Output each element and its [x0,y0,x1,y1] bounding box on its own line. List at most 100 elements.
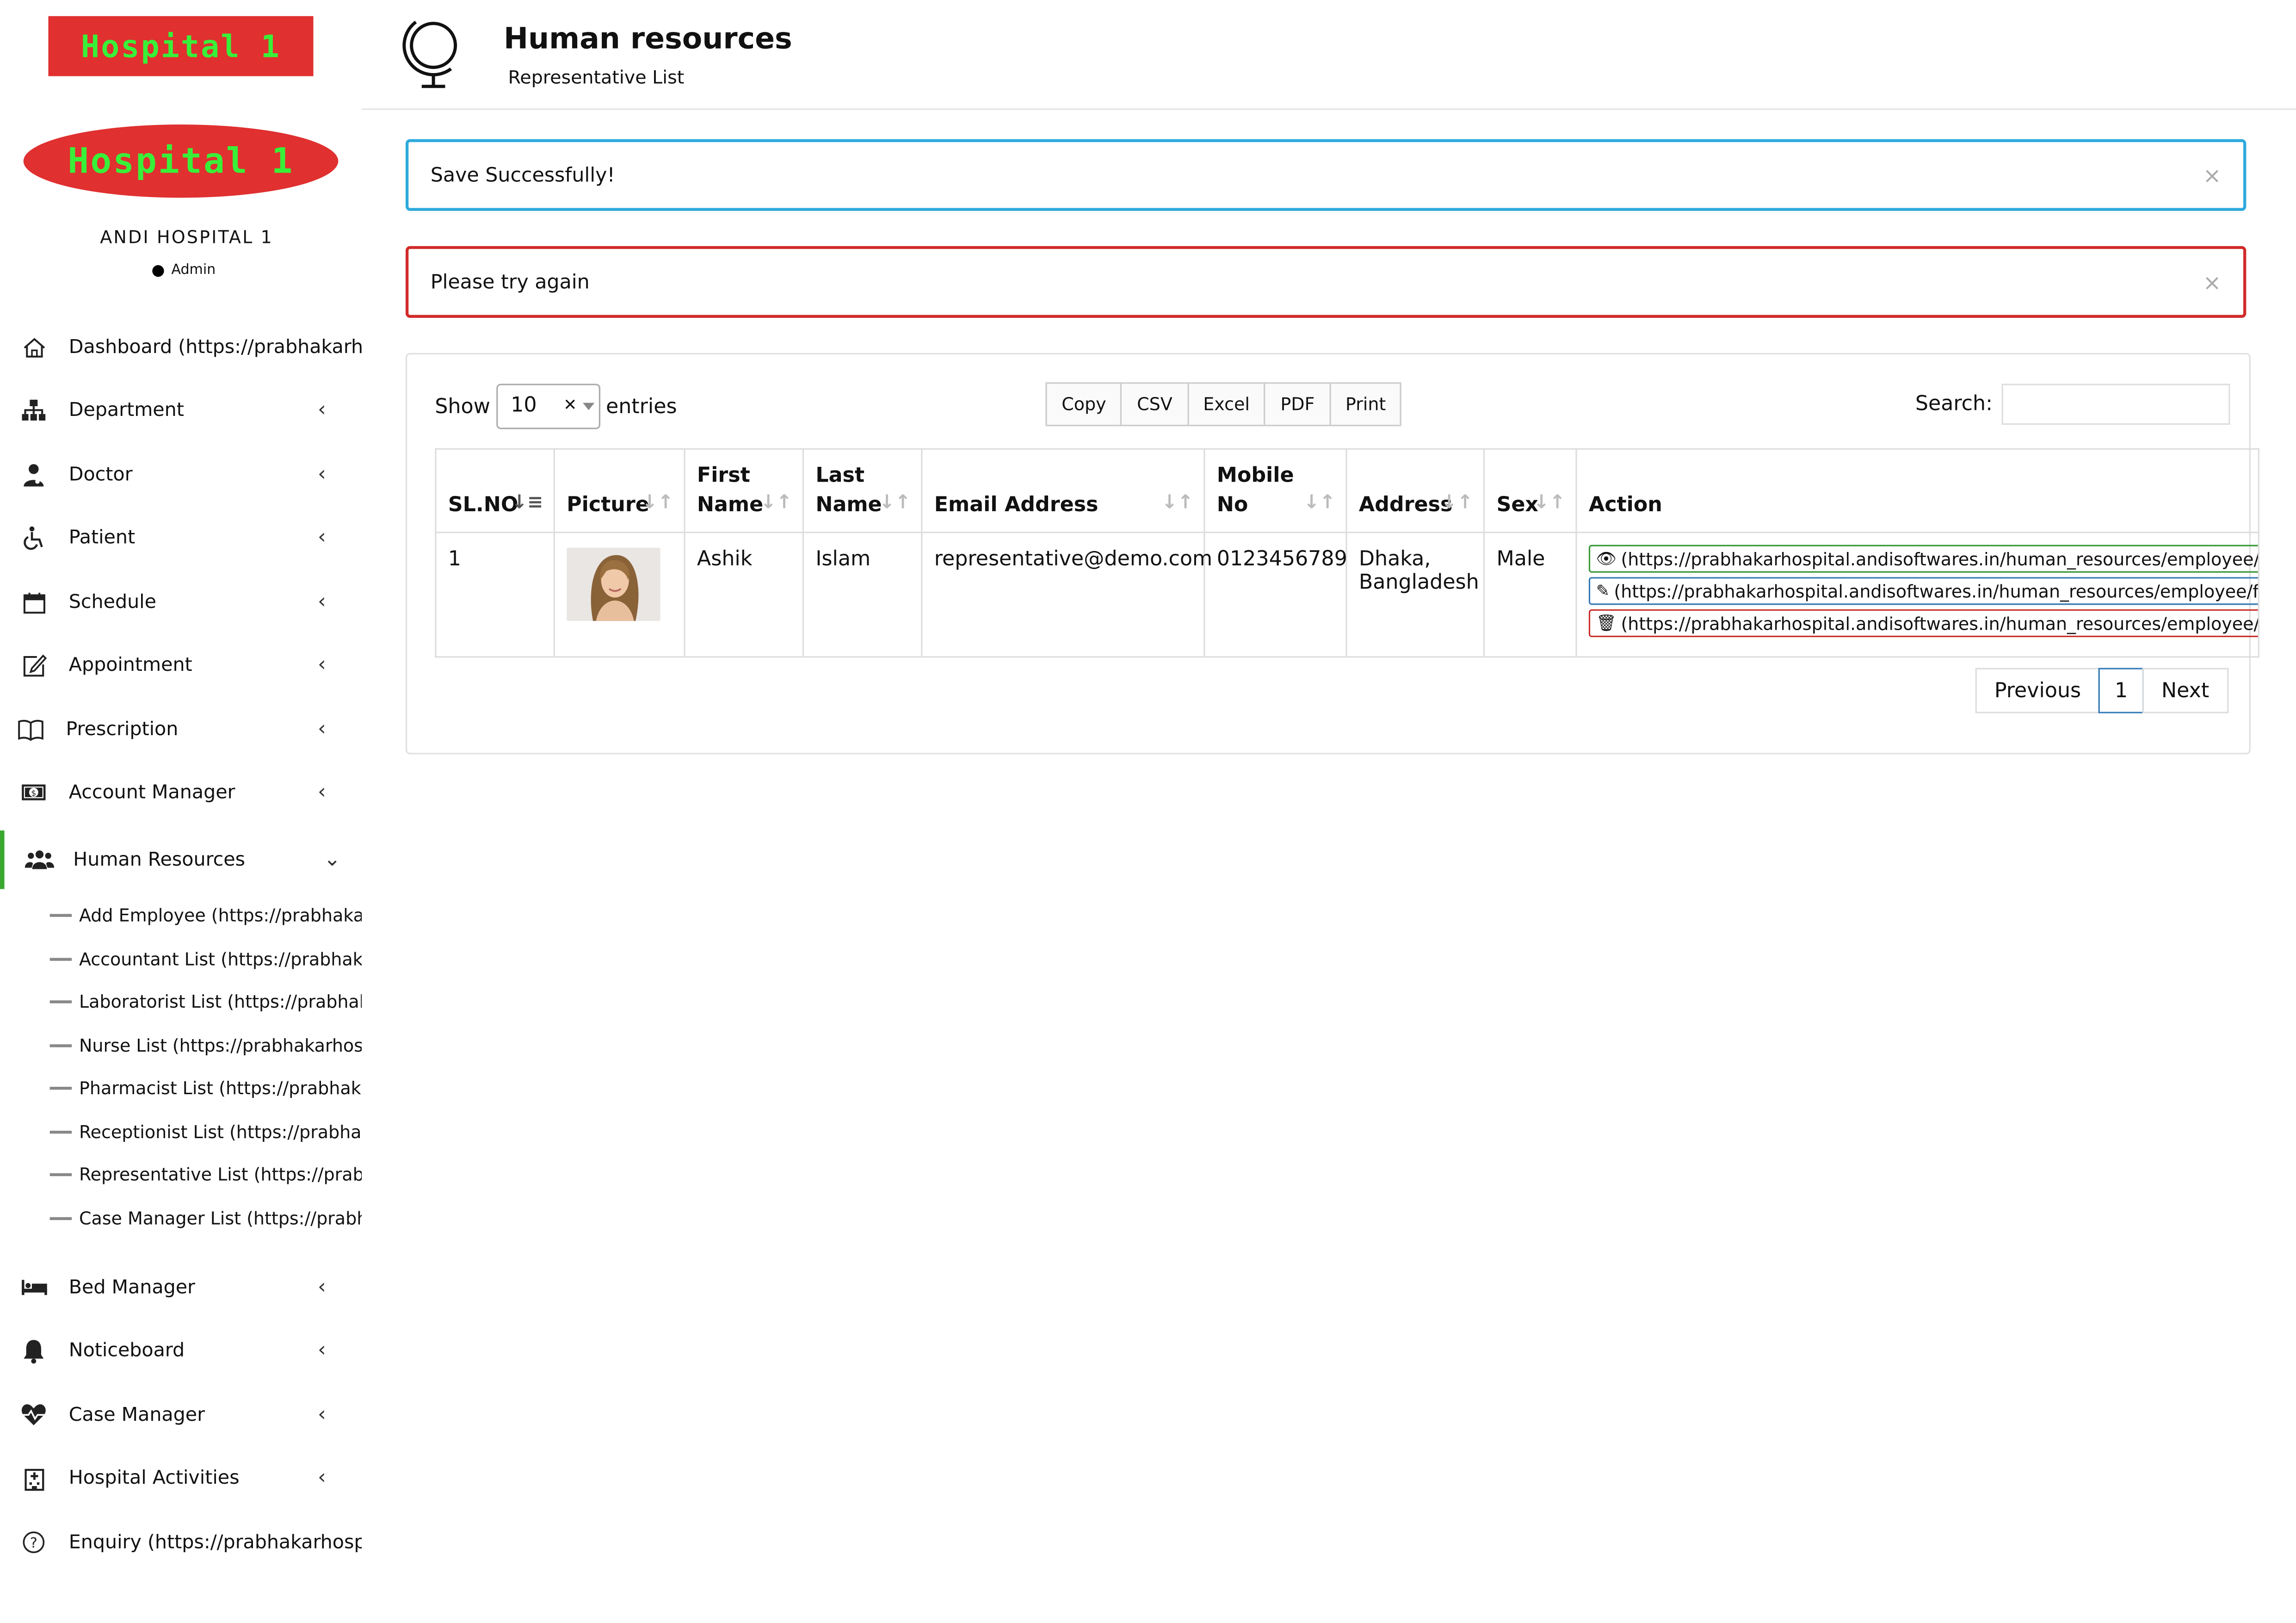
sidebar-item-human-resources[interactable]: Human Resources ⌄ [0,830,362,889]
submenu-item-representative-list[interactable]: Representative List (https://prabhakarho… [49,1164,362,1185]
submenu-item-add-employee[interactable]: Add Employee (https://prabhakarhospital.… [49,905,362,926]
sort-icon: ↓↑ [1303,492,1336,514]
sidebar-item-enquiry[interactable]: ? Enquiry (https://prabhakarhospital.and… [0,1518,362,1567]
submenu-item-laboratorist-list[interactable]: Laboratorist List (https://prabhakarhosp… [49,991,362,1012]
search-input[interactable] [2001,384,2230,425]
column-header-mobile[interactable]: Mobile No ↓↑ [1204,448,1347,533]
book-icon [16,715,45,744]
chevron-left-icon: ‹ [317,781,326,805]
column-header-picture[interactable]: Picture ↓↑ [553,448,685,533]
cell-sl: 1 [435,532,555,658]
hospital-logo-oval: Hospital 1 [23,124,339,198]
wheelchair-icon [19,523,48,552]
sidebar-item-bed-manager[interactable]: Bed Manager ‹ [0,1263,362,1313]
sidebar-item-hospital-activities[interactable]: Hospital Activities ‹ [0,1453,362,1503]
sidebar-item-account-manager[interactable]: $ Account Manager ‹ [0,768,362,818]
entries-label: entries [605,395,677,418]
column-header-first-name[interactable]: First Name ↓↑ [684,448,804,533]
column-header-label: Action [1588,493,1662,517]
sidebar-item-schedule[interactable]: Schedule ‹ [0,577,362,627]
column-header-label: Picture [567,493,649,517]
chevron-left-icon: ‹ [317,1403,326,1427]
heartbeat-icon [19,1400,48,1430]
sort-icon: ↓↑ [879,492,911,514]
table-header-row: SL.NO ↓≡ Picture ↓↑ First Name ↓↑ Last Name ↓↑… [435,448,2259,533]
cell-mobile: 0123456789 [1204,532,1347,658]
caret-down-icon [582,403,594,410]
sidebar: Hospital 1 Hospital 1 ANDI HOSPITAL 1 Ad… [0,0,362,1622]
bell-icon [19,1336,48,1365]
submenu-label: Add Employee (https://prabhakarhospital.… [79,905,362,926]
cell-first-name: Ashik [684,532,804,658]
user-role-label: Admin [171,262,216,279]
user-role: Admin [152,262,216,279]
sidebar-item-appointment[interactable]: Appointment ‹ [0,640,362,690]
cell-address-line: Dhaka, [1358,548,1431,571]
copy-button[interactable]: Copy [1045,382,1123,427]
close-icon[interactable]: × [2203,162,2222,188]
pdf-button[interactable]: PDF [1264,382,1331,427]
sidebar-item-dashboard[interactable]: Dashboard (https://prabhakarhospital.and… [0,322,362,372]
next-page-button[interactable]: Next [2142,668,2228,713]
sidebar-item-prescription[interactable]: Prescription ‹ [0,705,362,755]
dash-icon [49,1217,72,1220]
sort-asc-icon: ↓≡ [511,492,543,514]
cell-email: representative@demo.com [921,532,1212,658]
chevron-down-icon: ⌄ [323,848,341,872]
chevron-left-icon: ‹ [317,653,326,677]
close-icon[interactable]: × [2203,269,2222,295]
column-header-sex[interactable]: Sex ↓↑ [1483,448,1577,533]
sort-icon: ↓↑ [1161,492,1194,514]
previous-page-button[interactable]: Previous [1975,668,2100,713]
table-panel: Show 10 ✕ entries Copy CSV Excel PDF Pri… [405,353,2259,755]
hospital-icon [19,1463,48,1493]
error-alert-text: Please try again [430,270,590,294]
dash-icon [49,1131,72,1134]
submenu-label: Accountant List (https://prabhakarhospit… [79,949,362,970]
edit-button[interactable]: ✎ (https://prabhakarhospital.andisoftwar… [1588,577,2259,605]
online-status-icon [152,264,164,276]
success-alert-text: Save Successfully! [430,163,615,187]
sidebar-item-patient[interactable]: Patient ‹ [0,513,362,563]
chevron-left-icon: ‹ [317,1338,326,1363]
column-header-sl[interactable]: SL.NO ↓≡ [435,448,555,533]
submenu-label: Representative List (https://prabhakarho… [79,1164,362,1185]
column-header-address[interactable]: Address ↓↑ [1346,448,1485,533]
excel-button[interactable]: Excel [1187,382,1266,427]
submenu-item-case-manager-list[interactable]: Case Manager List (https://prabhakarhosp… [49,1208,362,1229]
column-header-label: Sex [1496,493,1539,517]
entries-select[interactable]: 10 ✕ [496,384,600,429]
print-button[interactable]: Print [1329,382,1402,427]
submenu-item-nurse-list[interactable]: Nurse List (https://prabhakarhospital.an… [49,1035,362,1056]
pagination: Previous 1 Next [1975,668,2228,713]
column-header-last-name[interactable]: Last Name ↓↑ [802,448,923,533]
submenu-item-accountant-list[interactable]: Accountant List (https://prabhakarhospit… [49,949,362,970]
page-1-button[interactable]: 1 [2098,668,2144,713]
edit-label: (https://prabhakarhospital.andisoftwares… [1614,581,2259,601]
home-icon [19,333,48,362]
submenu-item-receptionist-list[interactable]: Receptionist List (https://prabhakarhosp… [49,1122,362,1142]
sidebar-item-case-manager[interactable]: Case Manager ‹ [0,1390,362,1440]
clear-icon[interactable]: ✕ [563,396,577,415]
sitemap-icon [19,396,48,425]
sidebar-item-label: Schedule [68,591,156,613]
sidebar-item-label: Human Resources [73,849,245,871]
sidebar-item-doctor[interactable]: Doctor ‹ [0,450,362,500]
delete-label: (https://prabhakarhospital.andisoftwares… [1621,613,2257,634]
view-profile-label: (https://prabhakarhospital.andisoftwares… [1621,548,2259,569]
cell-picture [553,532,685,658]
page-title: Human resources [504,20,792,56]
column-header-email[interactable]: Email Address ↓↑ [921,448,1205,533]
sidebar-item-label: Case Manager [68,1404,205,1426]
search-control: Search: [1915,384,2230,425]
csv-button[interactable]: CSV [1121,382,1189,427]
sidebar-item-noticeboard[interactable]: Noticeboard ‹ [0,1326,362,1375]
submenu-item-pharmacist-list[interactable]: Pharmacist List (https://prabhakarhospit… [49,1078,362,1098]
sidebar-item-label: Enquiry (https://prabhakarhospital.andis… [68,1531,362,1554]
view-profile-button[interactable]: 👁 (https://prabhakarhospital.andisoftwar… [1588,545,2259,573]
hospital-logo-banner[interactable]: Hospital 1 [48,16,314,76]
sidebar-item-department[interactable]: Department ‹ [0,385,362,435]
column-header-label: SL.NO [448,493,518,517]
column-header-label: Email Address [934,493,1099,517]
delete-button[interactable]: 🗑 (https://prabhakarhospital.andisoftwar… [1588,609,2258,638]
